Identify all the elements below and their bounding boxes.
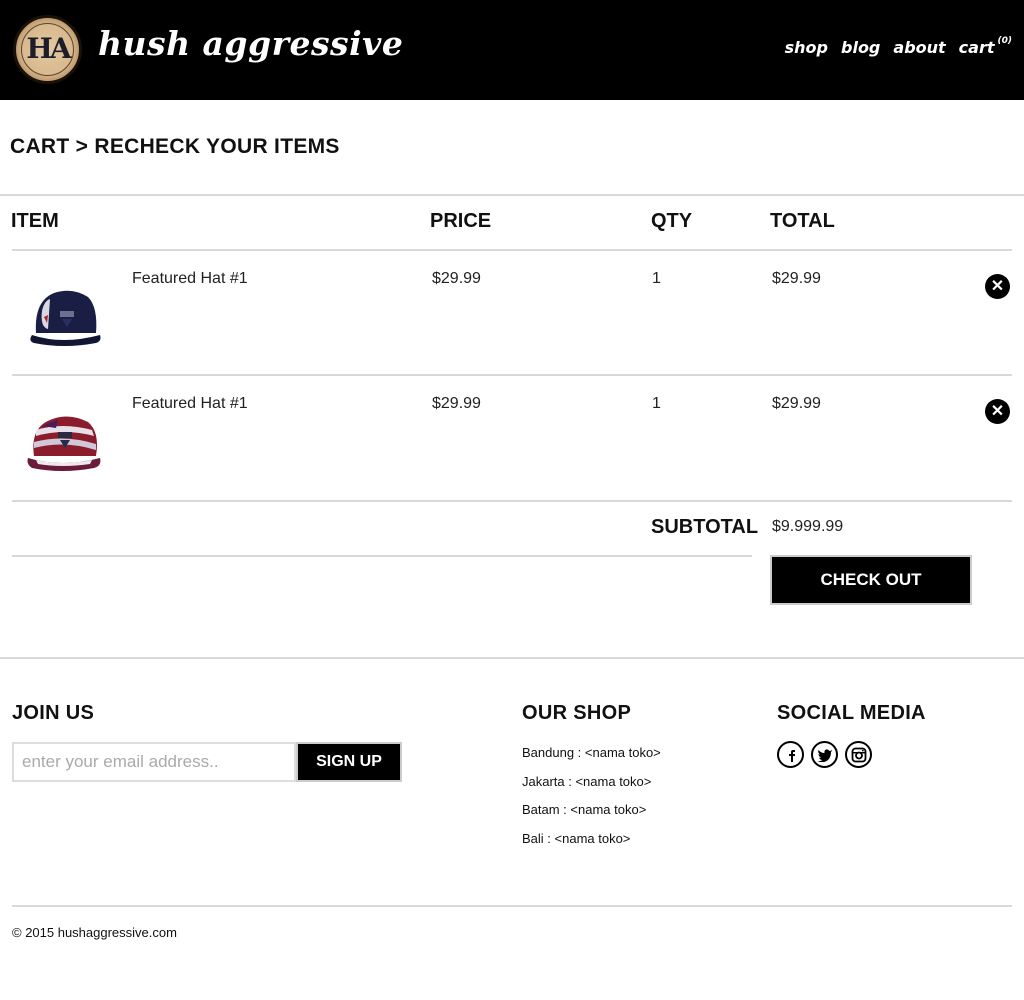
remove-item-button[interactable]: ✕ — [985, 399, 1010, 424]
product-qty[interactable]: 1 — [652, 395, 661, 413]
shop-location: Bandung : <nama toko> — [522, 745, 661, 760]
site-header: HA hush aggressive shop blog about cart(… — [0, 0, 1024, 100]
col-header-total: TOTAL — [770, 210, 835, 232]
sign-up-button[interactable]: SIGN UP — [296, 742, 402, 782]
shop-location: Batam : <nama toko> — [522, 802, 647, 817]
product-qty[interactable]: 1 — [652, 270, 661, 288]
close-icon: ✕ — [990, 403, 1005, 420]
shop-locations: Bandung : <nama toko> Jakarta : <nama to… — [522, 745, 661, 859]
logo-icon[interactable]: HA — [13, 15, 82, 84]
social-links — [777, 741, 872, 768]
facebook-icon[interactable] — [777, 741, 804, 768]
remove-item-button[interactable]: ✕ — [985, 274, 1010, 299]
close-icon: ✕ — [990, 278, 1005, 295]
divider — [12, 905, 1012, 907]
copyright: © 2015 hushaggressive.com — [12, 925, 177, 940]
col-header-item: ITEM — [11, 210, 59, 232]
nav-blog[interactable]: blog — [841, 38, 880, 57]
cart-row: Featured Hat #1 $29.99 1 $29.99 ✕ — [12, 376, 1012, 501]
product-name[interactable]: Featured Hat #1 — [132, 270, 248, 288]
col-header-qty: QTY — [651, 210, 693, 232]
product-price: $29.99 — [432, 270, 481, 287]
product-total: $29.99 — [772, 395, 821, 412]
col-header-price: PRICE — [430, 210, 492, 232]
shop-location: Bali : <nama toko> — [522, 830, 631, 846]
divider — [12, 555, 752, 557]
brand-wordmark[interactable]: hush aggressive — [98, 24, 403, 63]
main-nav: shop blog about cart (0) — [785, 36, 1013, 57]
instagram-icon[interactable] — [845, 741, 872, 768]
social-media-heading: SOCIAL MEDIA — [777, 702, 926, 724]
page-title: CART > RECHECK YOUR ITEMS — [10, 135, 340, 158]
subtotal-label: SUBTOTAL — [651, 516, 759, 538]
product-image[interactable] — [22, 271, 104, 353]
twitter-icon[interactable] — [811, 741, 838, 768]
join-us-heading: JOIN US — [12, 702, 95, 724]
subtotal-value: $9.999.99 — [772, 518, 844, 535]
our-shop-heading: OUR SHOP — [522, 702, 632, 724]
product-image[interactable] — [22, 396, 104, 478]
nav-cart-label: cart — [958, 38, 995, 57]
product-price: $29.99 — [432, 395, 481, 412]
divider — [0, 194, 1024, 196]
product-name[interactable]: Featured Hat #1 — [132, 395, 248, 413]
divider — [12, 500, 1012, 502]
nav-about[interactable]: about — [893, 38, 945, 57]
divider — [0, 657, 1024, 659]
cart-count-badge: (0) — [997, 36, 1013, 46]
nav-cart[interactable]: cart (0) — [958, 36, 1013, 57]
nav-shop[interactable]: shop — [785, 38, 828, 57]
cart-row: Featured Hat #1 $29.99 1 $29.99 ✕ — [12, 251, 1012, 376]
checkout-button[interactable]: CHECK OUT — [770, 555, 972, 605]
shop-location: Jakarta : <nama toko> — [522, 773, 652, 789]
logo-monogram: HA — [26, 32, 71, 65]
email-field[interactable] — [12, 742, 296, 782]
product-total: $29.99 — [772, 270, 821, 287]
